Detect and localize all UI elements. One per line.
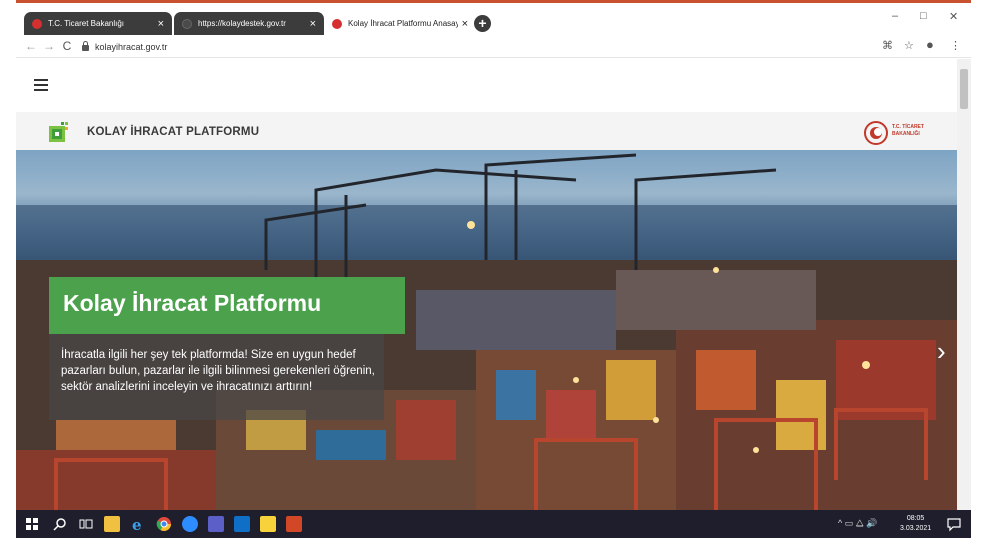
address-bar: ← → C kolayihracat.gov.tr ⌘ ☆ ● ⋮ [16, 35, 971, 58]
taskbar-clock[interactable]: 08:05 3.03.2021 [900, 514, 931, 534]
forward-icon[interactable]: → [40, 39, 58, 53]
star-icon[interactable]: ☆ [904, 39, 914, 52]
ticaret-favicon-icon [32, 18, 42, 29]
new-tab-button[interactable]: + [474, 15, 491, 32]
lock-icon [82, 40, 89, 51]
brand-title[interactable]: KOLAY İHRACAT PLATFORMU [87, 126, 259, 138]
maximize-icon[interactable]: □ [920, 10, 927, 22]
svg-text:e: e [132, 516, 142, 532]
sticky-notes-icon[interactable] [260, 516, 276, 532]
powerpoint-icon[interactable] [286, 516, 302, 532]
windows-taskbar: e ^ ▭ ⧋ 🔊 08:05 3.03.2021 [16, 510, 971, 538]
edge-legacy-icon[interactable]: e [130, 516, 146, 532]
tab-label: https://kolaydestek.gov.tr [198, 19, 286, 28]
chrome-icon[interactable] [156, 516, 172, 532]
ministry-name-line-1: T.C. TİCARET [892, 124, 924, 130]
menu-icon[interactable]: ⋮ [950, 39, 961, 52]
tab-label: T.C. Ticaret Bakanlığı [48, 19, 125, 28]
hero-banner: Kolay İhracat Platformu İhracatla ilgili… [16, 150, 957, 513]
tab-ticaret-bakanligi[interactable]: T.C. Ticaret Bakanlığı × [24, 12, 172, 35]
back-icon[interactable]: ← [22, 39, 40, 53]
page-scrollbar[interactable] [957, 59, 971, 513]
task-view-icon[interactable] [78, 516, 94, 532]
tab-kolay-ihracat[interactable]: Kolay İhracat Platformu Anasayfa × [324, 12, 476, 35]
ministry-favicon-icon [332, 18, 342, 29]
web-page: KOLAY İHRACAT PLATFORMU T.C. TİCARET BAK… [16, 59, 957, 513]
url-text: kolayihracat.gov.tr [95, 41, 168, 52]
notification-icon[interactable] [946, 516, 962, 532]
hero-title: Kolay İhracat Platformu [63, 290, 322, 316]
ministry-name: T.C. TİCARET BAKANLIĞI [892, 124, 924, 138]
left-margin [0, 0, 16, 510]
clock-time: 08:05 [906, 515, 925, 522]
carousel-next-icon[interactable]: › [937, 336, 946, 367]
tab-close-icon[interactable]: × [158, 18, 164, 30]
ministry-emblem-icon[interactable] [864, 121, 888, 145]
scrollbar-thumb[interactable] [960, 69, 968, 109]
keyboard-icon[interactable]: ⌘ [882, 39, 893, 52]
tab-close-icon[interactable]: × [462, 18, 468, 30]
outlook-icon[interactable] [234, 516, 250, 532]
tab-kolaydestek[interactable]: https://kolaydestek.gov.tr × [174, 12, 324, 35]
system-tray-icons[interactable]: ^ ▭ ⧋ 🔊 [838, 518, 877, 529]
browser-window: T.C. Ticaret Bakanlığı × https://kolayde… [16, 0, 971, 513]
kolay-ihracat-logo-icon[interactable] [49, 122, 69, 142]
teams-icon[interactable] [208, 516, 224, 532]
minimize-icon[interactable]: – [892, 10, 898, 22]
hero-description: İhracatla ilgili her şey tek platformda!… [61, 349, 375, 393]
windows-start-icon[interactable] [24, 516, 40, 532]
globe-favicon-icon [182, 18, 192, 29]
tab-close-icon[interactable]: × [310, 18, 316, 30]
right-margin [971, 0, 996, 538]
file-explorer-icon[interactable] [104, 516, 120, 532]
clock-date: 3.03.2021 [900, 525, 932, 532]
brand-header: KOLAY İHRACAT PLATFORMU T.C. TİCARET BAK… [16, 112, 957, 150]
reload-icon[interactable]: C [58, 39, 76, 53]
url-field[interactable]: kolayihracat.gov.tr [82, 38, 892, 55]
tab-bar: T.C. Ticaret Bakanlığı × https://kolayde… [16, 6, 971, 35]
tab-label: Kolay İhracat Platformu Anasayfa [348, 19, 458, 28]
hamburger-menu-icon[interactable] [34, 79, 48, 94]
search-icon[interactable] [52, 516, 68, 532]
close-window-icon[interactable]: ✕ [949, 10, 958, 23]
account-icon[interactable]: ● [926, 37, 934, 52]
screen: T.C. Ticaret Bakanlığı × https://kolayde… [0, 0, 996, 538]
zoom-icon[interactable] [182, 516, 198, 532]
ministry-name-line-2: BAKANLIĞI [892, 131, 920, 137]
